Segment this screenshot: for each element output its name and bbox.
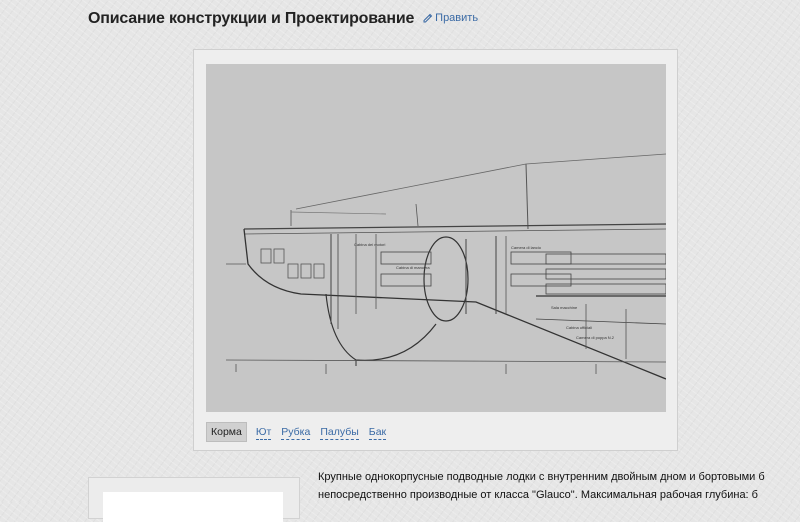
section-title: Описание конструкции и Проектирование xyxy=(88,10,415,27)
tab-yut[interactable]: Ют xyxy=(255,425,272,440)
edit-label: Править xyxy=(435,11,479,24)
description-line: непосредственно производные от класса "G… xyxy=(318,489,758,501)
tab-korma[interactable]: Корма xyxy=(206,422,247,442)
description-text: Крупные однокорпусные подводные лодки с … xyxy=(318,468,800,504)
drawing-label: Camera di lancio xyxy=(511,245,542,250)
tab-rubka[interactable]: Рубка xyxy=(281,425,311,440)
section-heading: Описание конструкции и Проектирование Пр… xyxy=(88,10,478,28)
edit-link[interactable]: Править xyxy=(422,12,478,24)
tab-bak[interactable]: Бак xyxy=(368,425,387,440)
tab-paluby[interactable]: Палубы xyxy=(320,425,359,440)
infobox-panel xyxy=(88,477,300,522)
blueprint-drawing: Cabina dei motori Cabina di manovra Came… xyxy=(206,64,666,412)
image-gallery: Cabina dei motori Cabina di manovra Came… xyxy=(193,49,678,451)
drawing-label: Sala macchine xyxy=(551,305,578,310)
drawing-label: Cabina di manovra xyxy=(396,265,430,270)
pencil-icon xyxy=(423,13,433,23)
drawing-label: Cabina dei motori xyxy=(354,242,385,247)
drawing-label: Camera di poppa N.2 xyxy=(576,335,615,340)
gallery-tabs: Корма Ют Рубка Палубы Бак xyxy=(206,422,391,442)
drawing-label: Cabina ufficiali xyxy=(566,325,592,330)
infobox-content xyxy=(103,492,283,522)
description-line: Крупные однокорпусные подводные лодки с … xyxy=(318,471,765,483)
submarine-blueprint-image[interactable]: Cabina dei motori Cabina di manovra Came… xyxy=(206,64,666,412)
